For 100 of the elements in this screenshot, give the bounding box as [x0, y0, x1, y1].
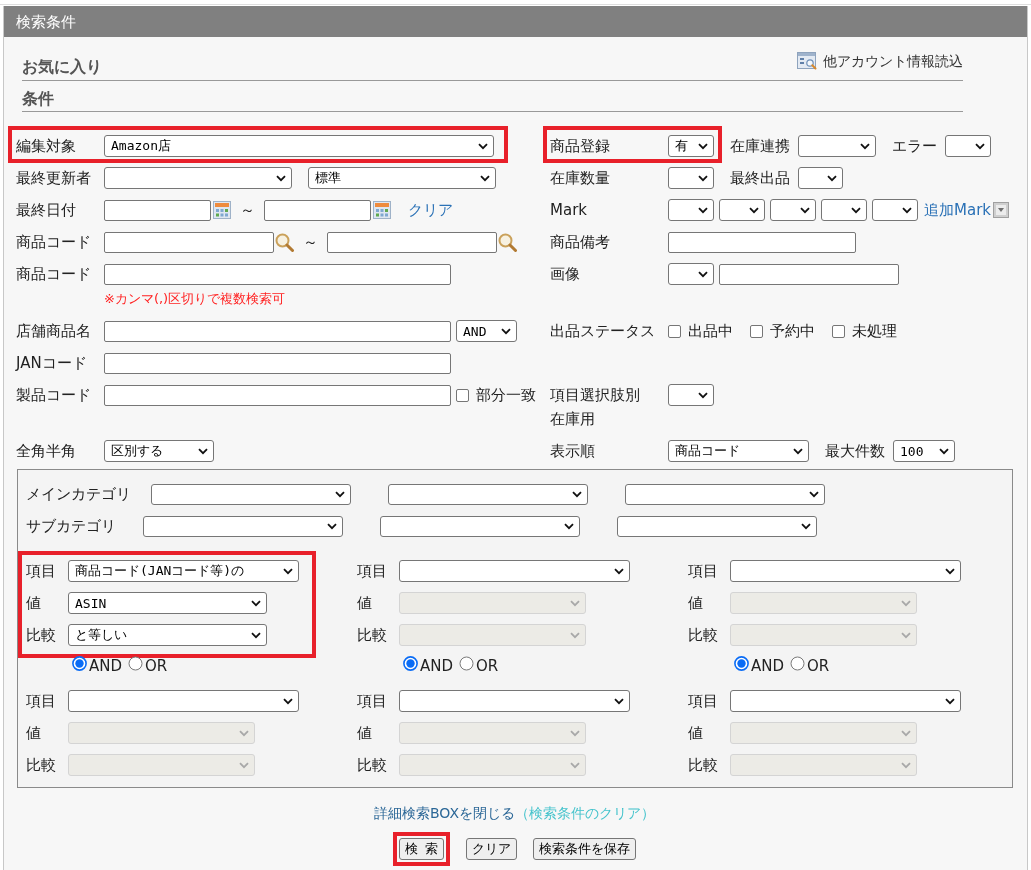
text-input[interactable]: [668, 231, 856, 253]
radio-button[interactable]: [790, 656, 806, 671]
dropdown[interactable]: [945, 135, 991, 157]
dropdown[interactable]: 商品コード: [668, 440, 809, 462]
checkbox-label: 予約中: [770, 321, 815, 342]
dropdown[interactable]: [730, 690, 961, 712]
calendar-icon[interactable]: [213, 201, 231, 219]
dropdown[interactable]: [617, 515, 817, 537]
dropdown[interactable]: [68, 690, 299, 712]
radio-button[interactable]: [128, 656, 144, 671]
radio-button[interactable]: [72, 656, 87, 671]
caret-icon: [698, 391, 708, 399]
dropdown[interactable]: [143, 515, 343, 537]
dropdown[interactable]: Amazon店: [104, 135, 494, 157]
checkbox[interactable]: [668, 324, 681, 338]
caret-icon: [501, 327, 511, 335]
caret-icon: [698, 142, 708, 150]
text-input[interactable]: [104, 320, 451, 342]
checkbox[interactable]: [750, 324, 763, 338]
dropdown[interactable]: と等しい: [68, 624, 267, 646]
field-label: 比較: [357, 755, 388, 776]
link[interactable]: 追加Mark: [924, 198, 991, 222]
checkbox[interactable]: [832, 324, 845, 338]
caret-icon: [698, 270, 708, 278]
caret-icon: [478, 142, 488, 150]
checkbox[interactable]: [456, 388, 469, 402]
field-label: 値: [26, 723, 42, 744]
dropdown[interactable]: [625, 483, 825, 505]
calendar-icon[interactable]: [373, 201, 391, 219]
caret-icon: [851, 206, 861, 214]
dropdown[interactable]: [668, 167, 714, 189]
field-label: JANコード: [16, 353, 88, 374]
caret-icon: [901, 599, 911, 607]
range-separator: ～: [302, 232, 319, 253]
caret-icon: [239, 761, 249, 769]
field-label: 全角半角: [16, 441, 77, 462]
dropdown[interactable]: 有: [668, 135, 714, 157]
dropdown[interactable]: [730, 560, 961, 582]
caret-icon: [901, 729, 911, 737]
text-input[interactable]: [104, 352, 451, 374]
caret-icon: [572, 490, 582, 498]
dropdown[interactable]: [770, 199, 816, 221]
field-label: 項目選択肢別: [550, 385, 640, 406]
link[interactable]: クリア: [408, 198, 453, 222]
dropdown[interactable]: [399, 560, 630, 582]
search-button[interactable]: 検 索: [398, 838, 445, 860]
caret-icon: [975, 142, 985, 150]
link[interactable]: 他アカウント情報読込: [797, 50, 963, 72]
dropdown[interactable]: [798, 167, 843, 189]
field-label: 項目: [688, 561, 719, 582]
radio-button[interactable]: [459, 656, 475, 671]
date-input[interactable]: [104, 199, 211, 221]
dropdown[interactable]: 商品コード(JANコード等)の: [68, 560, 299, 582]
dropdown[interactable]: [668, 384, 714, 406]
radio-label: AND: [420, 656, 454, 677]
field-label: 商品コード: [16, 264, 92, 285]
field-label: 値: [357, 723, 373, 744]
radio-button[interactable]: [734, 656, 749, 671]
text-input[interactable]: [104, 263, 451, 285]
dropdown[interactable]: [668, 199, 714, 221]
dropdown[interactable]: [798, 135, 876, 157]
field-label: 比較: [688, 755, 719, 776]
dropdown[interactable]: AND: [456, 320, 517, 342]
field-label: 値: [357, 593, 373, 614]
caret-icon: [614, 697, 624, 705]
dropdown[interactable]: [719, 199, 765, 221]
field-label: 在庫用: [550, 409, 595, 430]
clear-button[interactable]: クリア: [466, 838, 518, 860]
search-icon[interactable]: [498, 232, 517, 252]
field-label: 項目: [688, 691, 719, 712]
dropdown[interactable]: 100: [893, 440, 955, 462]
text-input[interactable]: [104, 231, 274, 253]
text-input[interactable]: [719, 263, 899, 285]
close-box-link[interactable]: 詳細検索BOXを閉じる: [373, 805, 516, 821]
save-button[interactable]: 検索条件を保存: [533, 838, 637, 860]
date-input[interactable]: [264, 199, 371, 221]
dropdown[interactable]: 区別する: [104, 440, 214, 462]
search-icon[interactable]: [275, 232, 294, 252]
dropdown[interactable]: [104, 167, 292, 189]
caret-icon: [800, 206, 810, 214]
dropdown-arrow-icon[interactable]: [993, 202, 1009, 218]
radio-label: OR: [476, 656, 499, 677]
dropdown[interactable]: [151, 483, 351, 505]
field-label: サブカテゴリ: [26, 516, 117, 537]
dropdown[interactable]: [388, 483, 588, 505]
text-input[interactable]: [104, 384, 451, 406]
range-separator: ～: [239, 200, 256, 221]
dropdown[interactable]: [872, 199, 918, 221]
dropdown[interactable]: [380, 515, 580, 537]
field-label: メインカテゴリ: [26, 484, 132, 505]
text-input[interactable]: [327, 231, 497, 253]
caret-icon: [698, 206, 708, 214]
dropdown[interactable]: [399, 690, 630, 712]
dropdown[interactable]: [821, 199, 867, 221]
caret-icon: [939, 447, 949, 455]
dropdown[interactable]: ASIN: [68, 592, 267, 614]
radio-button[interactable]: [403, 656, 418, 671]
radio-label: AND: [89, 656, 123, 677]
dropdown[interactable]: [668, 263, 714, 285]
dropdown[interactable]: 標準: [308, 167, 496, 189]
